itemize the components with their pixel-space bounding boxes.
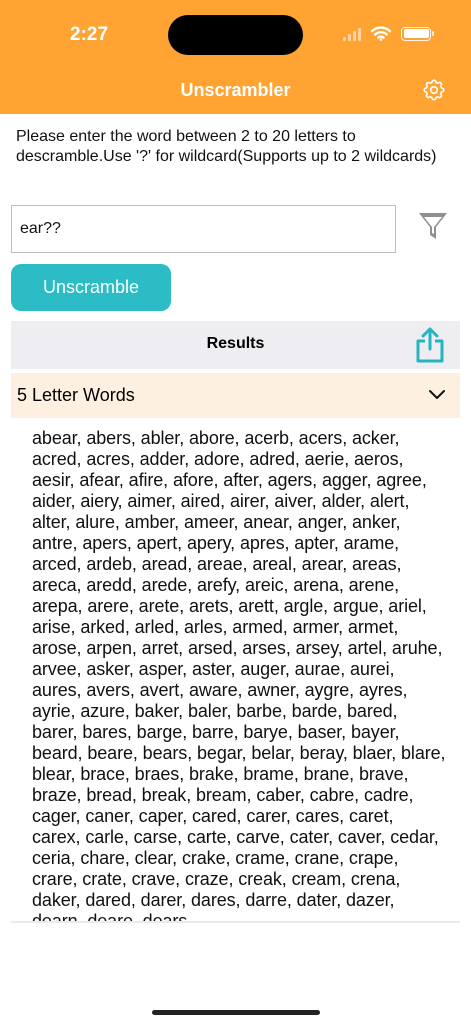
- list-divider: [11, 921, 460, 923]
- page-title: Unscrambler: [180, 80, 291, 100]
- instructions-text: Please enter the word between 2 to 20 le…: [16, 128, 437, 165]
- dynamic-island: [168, 15, 303, 55]
- results-title: Results: [206, 335, 265, 352]
- battery-icon: [401, 26, 434, 41]
- word-input[interactable]: [12, 206, 395, 252]
- chevron-down-icon[interactable]: [428, 388, 446, 402]
- gear-icon[interactable]: [421, 77, 447, 103]
- results-header: Results: [11, 321, 460, 369]
- section-title: 5 Letter Words: [17, 385, 135, 405]
- unscramble-button[interactable]: Unscramble: [11, 264, 171, 311]
- filter-icon[interactable]: [417, 210, 449, 242]
- section-header-5-letter-words[interactable]: 5 Letter Words: [11, 373, 460, 418]
- word-list-container[interactable]: abear, abers, abler, abore, acerb, acers…: [11, 428, 460, 922]
- share-icon[interactable]: [414, 327, 446, 363]
- word-list: abear, abers, abler, abore, acerb, acers…: [32, 428, 446, 922]
- status-time: 2:27: [70, 24, 109, 45]
- cellular-signal-icon: [343, 27, 361, 41]
- app-header: 2:27 Unscrambler: [0, 0, 471, 114]
- status-icons: [343, 26, 434, 41]
- word-input-box[interactable]: [11, 205, 396, 253]
- home-indicator[interactable]: [152, 1010, 320, 1015]
- wifi-icon: [371, 26, 391, 41]
